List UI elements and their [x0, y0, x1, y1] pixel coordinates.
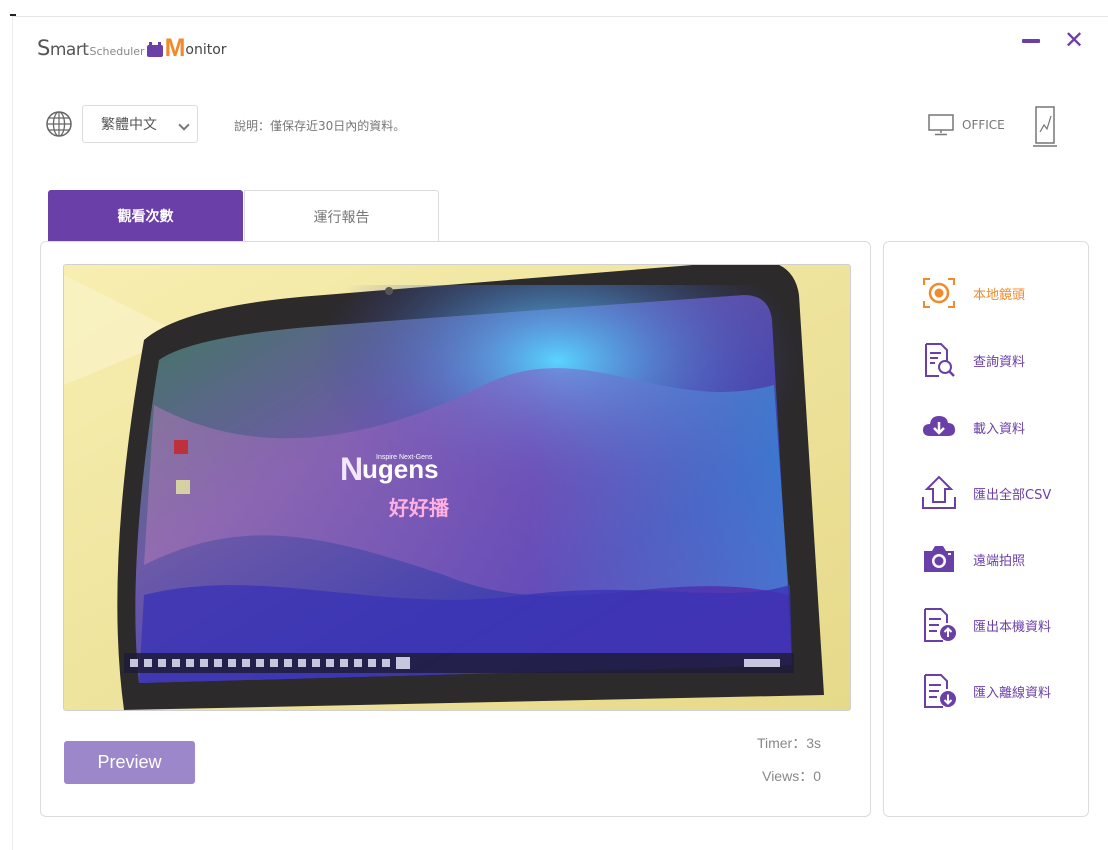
- globe-icon[interactable]: [45, 110, 73, 138]
- logo-scheduler-text: Scheduler: [89, 45, 145, 58]
- side-item-remote-photo[interactable]: 遠端拍照: [921, 541, 1025, 577]
- document-search-icon: [921, 342, 957, 378]
- screen-subbrand: 好好播: [388, 496, 450, 520]
- chevron-down-icon: [178, 119, 190, 131]
- camera-preview-image: N ugens Inspire Next-Gens 好好播: [64, 265, 850, 710]
- timer-readout: Timer：3s: [756, 735, 821, 751]
- language-value: 繁體中文: [101, 117, 157, 133]
- side-panel: [883, 241, 1089, 817]
- document-import-icon: [921, 673, 957, 709]
- office-button[interactable]: OFFICE: [928, 114, 1005, 136]
- camera-preview: N ugens Inspire Next-Gens 好好播: [63, 264, 851, 711]
- side-item-local-camera[interactable]: 本地鏡頭: [921, 275, 1025, 311]
- office-label: OFFICE: [962, 118, 1005, 132]
- camera-lens-icon: [921, 275, 957, 311]
- screen-brand-n: N: [340, 451, 363, 487]
- side-item-label: 遠端拍照: [973, 553, 1026, 569]
- window-top-border: [12, 16, 1108, 17]
- calendar-icon: [146, 42, 163, 57]
- side-item-label: 本地鏡頭: [973, 287, 1026, 303]
- kiosk-display-icon[interactable]: [1032, 106, 1058, 148]
- side-item-import-offline-data[interactable]: 匯入離線資料: [921, 673, 1051, 709]
- app-logo: Smart Scheduler M onitor: [37, 30, 227, 62]
- tab-view-count[interactable]: 觀看次數: [48, 190, 243, 242]
- close-button[interactable]: ✕: [1064, 28, 1084, 52]
- monitor-icon: [928, 114, 954, 136]
- photo-camera-icon: [921, 541, 957, 577]
- window-left-border: [12, 16, 13, 850]
- side-item-label: 載入資料: [973, 421, 1026, 437]
- document-export-icon: [921, 607, 957, 643]
- cloud-download-icon: [921, 409, 957, 445]
- side-item-label: 匯出本機資料: [973, 619, 1052, 635]
- retention-note: 說明：僅保存近30日內的資料。: [234, 119, 406, 133]
- side-item-label: 匯入離線資料: [973, 685, 1052, 701]
- language-select[interactable]: 繁體中文: [82, 105, 198, 143]
- side-item-label: 匯出全部CSV: [973, 487, 1052, 503]
- side-item-label: 查詢資料: [973, 354, 1026, 370]
- logo-monitor-text: onitor: [185, 42, 227, 58]
- side-item-export-all-csv[interactable]: 匯出全部CSV: [921, 475, 1051, 511]
- logo-smart-text: Smart: [37, 36, 89, 60]
- upload-tray-icon: [921, 475, 957, 511]
- logo-m-letter: M: [164, 34, 186, 62]
- screen-tagline: Inspire Next-Gens: [376, 454, 433, 461]
- side-item-export-local-data[interactable]: 匯出本機資料: [921, 607, 1051, 643]
- preview-button[interactable]: Preview: [64, 741, 195, 784]
- side-item-query-data[interactable]: 查詢資料: [921, 342, 1025, 378]
- views-readout: Views：0: [762, 768, 821, 784]
- minimize-button[interactable]: [1022, 39, 1040, 43]
- tab-run-report[interactable]: 運行報告: [244, 190, 439, 242]
- side-item-load-data[interactable]: 載入資料: [921, 409, 1025, 445]
